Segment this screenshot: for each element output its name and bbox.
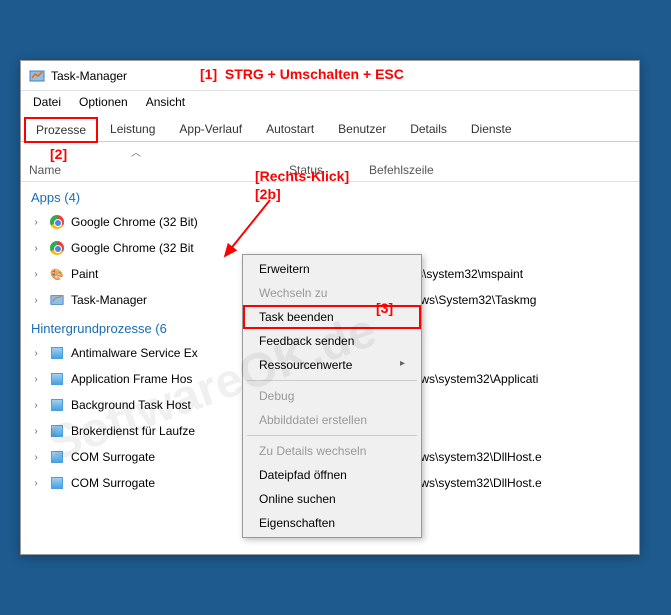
ctx-online-suchen[interactable]: Online suchen: [243, 487, 421, 511]
group-apps: Apps (4): [21, 182, 639, 209]
service-icon: [49, 345, 65, 361]
column-headers: ︿ Name Status Befehlszeile: [21, 142, 639, 182]
service-icon: [49, 449, 65, 465]
service-icon: [49, 397, 65, 413]
taskmanager-icon: [49, 292, 65, 308]
chevron-right-icon[interactable]: ›: [29, 400, 43, 411]
menu-datei[interactable]: Datei: [25, 93, 69, 111]
column-befehlszeile[interactable]: Befehlszeile: [369, 163, 631, 177]
menubar: Datei Optionen Ansicht: [21, 91, 639, 113]
ctx-erweitern[interactable]: Erweitern: [243, 257, 421, 281]
separator: [247, 380, 417, 381]
ctx-abbilddatei: Abbilddatei erstellen: [243, 408, 421, 432]
service-icon: [49, 475, 65, 491]
tab-details[interactable]: Details: [399, 117, 458, 141]
tab-dienste[interactable]: Dienste: [460, 117, 523, 141]
ctx-wechseln-zu: Wechseln zu: [243, 281, 421, 305]
ctx-eigenschaften[interactable]: Eigenschaften: [243, 511, 421, 535]
chevron-right-icon[interactable]: ›: [29, 269, 43, 280]
ctx-task-beenden[interactable]: Task beenden: [243, 305, 421, 329]
sort-chevron-up-icon: ︿: [131, 144, 141, 159]
chevron-right-icon[interactable]: ›: [29, 452, 43, 463]
chrome-icon: [49, 240, 65, 256]
chevron-right-icon[interactable]: ›: [29, 217, 43, 228]
paint-icon: 🎨: [49, 266, 65, 282]
chevron-right-icon[interactable]: ›: [29, 426, 43, 437]
column-status[interactable]: Status: [289, 163, 369, 177]
chevron-right-icon: ▸: [400, 358, 405, 369]
context-menu: Erweitern Wechseln zu Task beenden Feedb…: [242, 254, 422, 538]
chevron-right-icon[interactable]: ›: [29, 478, 43, 489]
ctx-feedback-senden[interactable]: Feedback senden: [243, 329, 421, 353]
ctx-ressourcenwerte[interactable]: Ressourcenwerte▸: [243, 353, 421, 377]
chevron-right-icon[interactable]: ›: [29, 348, 43, 359]
separator: [247, 435, 417, 436]
column-name[interactable]: Name: [29, 163, 289, 177]
service-icon: [49, 423, 65, 439]
chrome-icon: [49, 214, 65, 230]
table-row[interactable]: › Google Chrome (32 Bit): [21, 209, 639, 235]
ctx-dateipfad[interactable]: Dateipfad öffnen: [243, 463, 421, 487]
tab-autostart[interactable]: Autostart: [255, 117, 325, 141]
tab-prozesse[interactable]: Prozesse: [25, 118, 97, 142]
menu-ansicht[interactable]: Ansicht: [138, 93, 193, 111]
ctx-debug: Debug: [243, 384, 421, 408]
tab-app-verlauf[interactable]: App-Verlauf: [168, 117, 253, 141]
chevron-right-icon[interactable]: ›: [29, 295, 43, 306]
service-icon: [49, 371, 65, 387]
process-name: Google Chrome (32 Bit: [71, 241, 291, 255]
titlebar: Task-Manager: [21, 61, 639, 91]
tabs: Prozesse Leistung App-Verlauf Autostart …: [21, 113, 639, 142]
ctx-zu-details: Zu Details wechseln: [243, 439, 421, 463]
process-name: Google Chrome (32 Bit): [71, 215, 291, 229]
tab-benutzer[interactable]: Benutzer: [327, 117, 397, 141]
tab-leistung[interactable]: Leistung: [99, 117, 166, 141]
chevron-right-icon[interactable]: ›: [29, 374, 43, 385]
app-icon: [29, 68, 45, 84]
window-title: Task-Manager: [51, 69, 127, 83]
menu-optionen[interactable]: Optionen: [71, 93, 136, 111]
chevron-right-icon[interactable]: ›: [29, 243, 43, 254]
